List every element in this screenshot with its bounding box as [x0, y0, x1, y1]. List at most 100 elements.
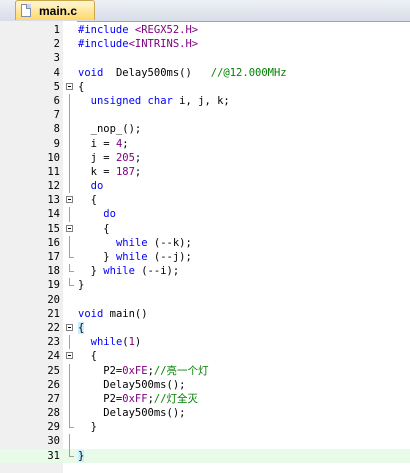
fold-end-mark [64, 278, 76, 292]
fold-end-mark [64, 448, 76, 463]
code-line[interactable]: 15 { [0, 222, 410, 236]
code-token: #include [78, 24, 135, 36]
line-number: 3 [53, 52, 60, 65]
line-number: 10 [47, 151, 60, 164]
collapse-minus-icon[interactable] [66, 224, 73, 232]
fold-blank [64, 293, 76, 307]
code-token: void [78, 307, 104, 320]
code-token: Delay500ms() [103, 66, 211, 79]
code-text: void Delay500ms() //@12.000MHz [78, 66, 287, 80]
fold-toggle-icon[interactable] [64, 222, 76, 236]
code-text: k = 187; [78, 165, 142, 179]
code-line[interactable]: 27 P2=0xFF;//灯全灭 [0, 391, 410, 407]
code-token: while [90, 336, 123, 349]
code-line[interactable]: 21 void main() [0, 307, 410, 321]
fold-toggle-icon[interactable] [64, 193, 76, 207]
line-number: 18 [47, 265, 60, 278]
code-token: #include [78, 38, 129, 51]
line-number: 15 [47, 222, 60, 235]
fold-line [64, 434, 76, 449]
fold-line [64, 136, 76, 151]
code-line[interactable]: 2 #include<INTRINS.H> [0, 37, 410, 51]
code-token: j = [78, 151, 116, 164]
code-line[interactable]: 7 [0, 108, 410, 123]
code-token: void [78, 66, 104, 79]
code-line[interactable]: 11 k = 187; [0, 164, 410, 180]
line-number: 27 [47, 392, 60, 405]
fold-end-mark [64, 250, 76, 264]
code-line[interactable]: 22 { [0, 321, 410, 335]
collapse-minus-icon[interactable] [66, 82, 73, 90]
code-line[interactable]: 16 while (--k); [0, 235, 410, 250]
line-number: 9 [53, 137, 60, 150]
code-line[interactable]: 8 _nop_(); [0, 122, 410, 137]
fold-line [64, 391, 76, 407]
code-token: do [90, 180, 104, 193]
code-token: k = [78, 165, 116, 178]
code-text: { [78, 222, 109, 236]
fold-blank [64, 37, 76, 51]
code-line[interactable]: 30 [0, 434, 410, 449]
code-token: <INTRINS.H> [128, 38, 199, 51]
line-number: 14 [47, 208, 60, 221]
fold-toggle-icon[interactable] [64, 321, 76, 335]
code-text: } [78, 420, 97, 434]
code-line[interactable]: 1 #include <REGX52.H> [0, 23, 410, 37]
code-text: Delay500ms(); [78, 406, 185, 420]
code-line[interactable]: 20 [0, 293, 410, 307]
fold-toggle-icon[interactable] [64, 349, 76, 363]
code-line[interactable]: 18 } while (--i); [0, 264, 410, 278]
collapse-minus-icon[interactable] [66, 323, 73, 331]
code-line[interactable]: 28 Delay500ms(); [0, 406, 410, 421]
code-line[interactable]: 26 Delay500ms(); [0, 377, 410, 392]
code-editor[interactable]: 1 #include <REGX52.H> 2 #include<INTRINS.H>… [0, 23, 410, 463]
tab-label: main.c [39, 4, 78, 18]
code-line[interactable]: 29 } [0, 420, 410, 434]
code-line[interactable]: 19} [0, 278, 410, 292]
code-token: ) [134, 336, 142, 349]
code-token: (--j); [147, 251, 192, 263]
code-line[interactable]: 13 { [0, 193, 410, 207]
code-text: { [78, 349, 97, 363]
code-text: { [78, 80, 84, 94]
line-number: 28 [47, 407, 60, 420]
code-line[interactable]: 31} [0, 448, 410, 463]
editor-tab-bar: main.c [0, 0, 410, 22]
code-line[interactable]: 17 } while (--j); [0, 250, 410, 264]
code-text: void main() [78, 307, 148, 321]
code-line[interactable]: 5{ [0, 80, 410, 94]
line-number: 21 [47, 307, 60, 320]
code-text: while (--k); [78, 236, 192, 250]
code-text: { [78, 321, 85, 335]
code-text: Delay500ms(); [78, 378, 185, 392]
collapse-minus-icon[interactable] [66, 196, 73, 204]
code-line[interactable]: 4 void Delay500ms() //@12.000MHz [0, 66, 410, 80]
line-number: 5 [53, 80, 60, 93]
code-line[interactable]: 9 i = 4; [0, 136, 410, 151]
code-text: i = 4; [78, 137, 129, 151]
code-text: } [78, 449, 85, 463]
fold-blank [64, 307, 76, 321]
code-token: while [115, 251, 148, 263]
code-line[interactable]: 3 [0, 51, 410, 65]
code-text: unsigned char i, j, k; [78, 94, 230, 108]
code-line[interactable]: 10 j = 205; [0, 150, 410, 165]
collapse-minus-icon[interactable] [66, 352, 73, 360]
tab-main-c[interactable]: main.c [15, 0, 95, 20]
line-number: 4 [53, 66, 60, 79]
code-token: while [103, 265, 135, 278]
fold-toggle-icon[interactable] [64, 80, 76, 94]
code-token: { [78, 194, 97, 207]
fold-line [64, 150, 76, 165]
code-line[interactable]: 24 { [0, 349, 410, 363]
line-number: 20 [47, 293, 60, 306]
code-line[interactable]: 12 do [0, 179, 410, 194]
code-token: i = [78, 137, 116, 150]
code-line[interactable]: 6 unsigned char i, j, k; [0, 93, 410, 109]
code-line[interactable]: 14 do [0, 207, 410, 222]
code-line[interactable]: 25 P2=0xFE;//亮一个灯 [0, 363, 410, 378]
code-line[interactable]: 23 while(1) [0, 335, 410, 350]
